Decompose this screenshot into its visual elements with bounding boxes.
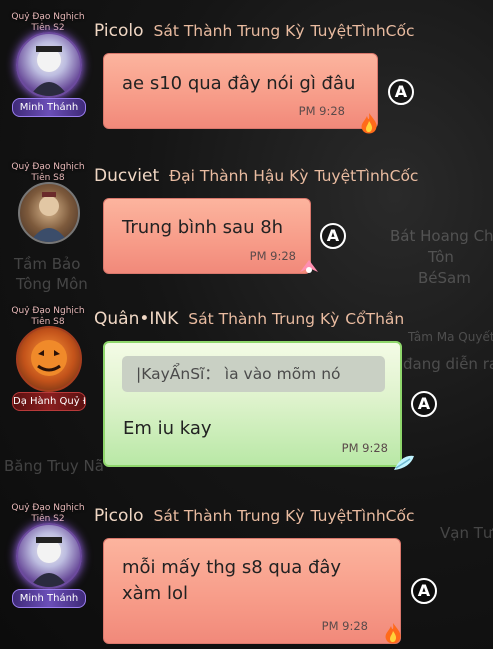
sender-sect: CổThần — [345, 310, 405, 328]
avatar[interactable] — [18, 182, 80, 244]
sender-name[interactable]: Ducviet — [94, 166, 159, 186]
sparkle-icon — [300, 260, 318, 273]
avatar-title: Quỷ Đạo Nghịch Tiên S8 — [11, 306, 85, 327]
leaf-icon — [394, 455, 414, 470]
message-text: Trung bình sau 8h — [122, 217, 284, 238]
message-text-line1: mỗi mấy thg s8 qua đây — [122, 557, 342, 578]
mention-icon[interactable]: A — [320, 223, 346, 249]
avatar-block[interactable]: Quỷ Đạo Nghịch Tiên S8 Dạ Hành Quỷ Đô — [8, 306, 88, 418]
message-text: ae s10 qua đây nói gì đâu — [122, 73, 356, 94]
avatar-block[interactable]: Quỷ Đạo Nghịch Tiên S2 Minh Thánh — [8, 12, 88, 124]
avatar[interactable] — [16, 326, 82, 392]
avatar-name-plate: Minh Thánh — [12, 589, 86, 608]
chat-message: Quỷ Đạo Nghịch Tiên S8 Dạ Hành Quỷ Đô Qu… — [0, 298, 493, 478]
message-header: Picolo Sát Thành Trung Kỳ TuyệtTìnhCốc — [94, 21, 415, 41]
chat-message: Quỷ Đạo Nghịch Tiên S2 Minh Thánh Picolo… — [0, 495, 493, 649]
sender-sect: TuyệtTìnhCốc — [314, 167, 419, 185]
mention-icon[interactable]: A — [411, 578, 437, 604]
chat-message: Quỷ Đạo Nghịch Tiên S2 Minh Thánh Picolo… — [0, 0, 493, 140]
avatar-block[interactable]: Quỷ Đạo Nghịch Tiên S2 Minh Thánh — [8, 503, 88, 615]
mention-icon[interactable]: A — [411, 391, 437, 417]
flame-icon — [385, 623, 401, 644]
quoted-message[interactable]: |KayẨnSĩ： ìa vào mõm nó — [122, 356, 385, 392]
chat-message: Quỷ Đạo Nghịch Tiên S8 Ducviet Đại Thành … — [0, 150, 493, 290]
avatar[interactable] — [16, 523, 82, 589]
message-bubble[interactable]: |KayẨnSĩ： ìa vào mõm nó Em iu kay PM 9:2… — [103, 341, 402, 467]
message-time: PM 9:28 — [298, 104, 345, 118]
message-time: PM 9:28 — [341, 441, 388, 455]
message-time: PM 9:28 — [321, 619, 368, 633]
avatar-title: Quỷ Đạo Nghịch Tiên S2 — [11, 503, 85, 524]
sender-rank: Đại Thành Hậu Kỳ — [169, 167, 309, 185]
message-header: Ducviet Đại Thành Hậu Kỳ TuyệtTìnhCốc — [94, 166, 418, 186]
message-header: Quân•INK Sát Thành Trung Kỳ CổThần — [94, 309, 404, 329]
sender-rank: Sát Thành Trung Kỳ — [153, 507, 305, 525]
avatar-block[interactable]: Quỷ Đạo Nghịch Tiên S8 — [8, 162, 88, 274]
sender-rank: Sát Thành Trung Kỳ — [188, 310, 340, 328]
sender-rank: Sát Thành Trung Kỳ — [153, 22, 305, 40]
message-bubble[interactable]: Trung bình sau 8h PM 9:28 — [103, 198, 311, 274]
mention-icon[interactable]: A — [388, 79, 414, 105]
message-text-line2: xàm lol — [122, 583, 188, 604]
avatar-title: Quỷ Đạo Nghịch Tiên S2 — [11, 12, 85, 33]
sender-name[interactable]: Picolo — [94, 506, 143, 526]
flame-icon — [361, 113, 377, 134]
avatar-title: Quỷ Đạo Nghịch Tiên S8 — [11, 162, 85, 183]
message-bubble[interactable]: mỗi mấy thg s8 qua đây xàm lol PM 9:28 — [103, 538, 401, 644]
avatar-name-plate — [12, 248, 84, 265]
avatar-name-plate: Minh Thánh — [12, 98, 86, 117]
sender-sect: TuyệtTìnhCốc — [310, 507, 415, 525]
sender-name[interactable]: Quân•INK — [94, 309, 178, 329]
message-time: PM 9:28 — [249, 249, 296, 263]
sender-sect: TuyệtTìnhCốc — [310, 22, 415, 40]
message-header: Picolo Sát Thành Trung Kỳ TuyệtTìnhCốc — [94, 506, 415, 526]
message-bubble[interactable]: ae s10 qua đây nói gì đâu PM 9:28 — [103, 53, 378, 129]
sender-name[interactable]: Picolo — [94, 21, 143, 41]
avatar[interactable] — [16, 32, 82, 98]
avatar-name-plate: Dạ Hành Quỷ Đô — [12, 392, 86, 411]
message-text: Em iu kay — [123, 418, 212, 439]
